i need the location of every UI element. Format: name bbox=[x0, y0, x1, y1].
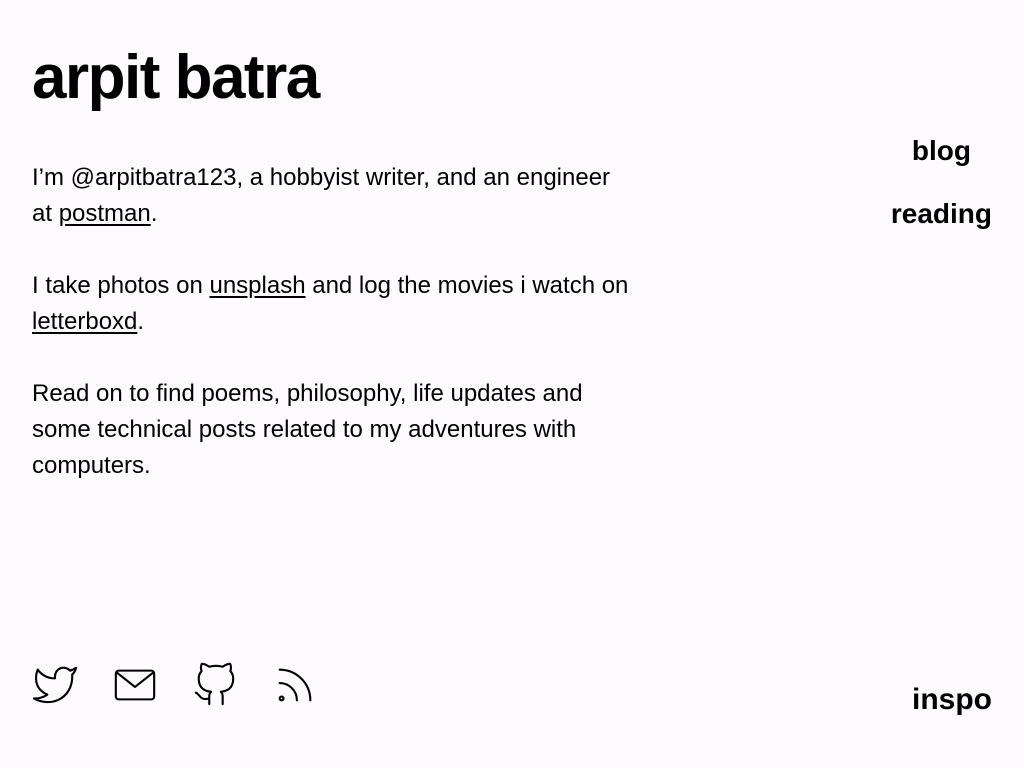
intro-text: and log the movies i watch on bbox=[305, 272, 629, 299]
mail-icon[interactable] bbox=[112, 662, 158, 708]
intro-paragraph-2: I take photos on unsplash and log the mo… bbox=[32, 268, 632, 340]
inspo-link[interactable]: inspo bbox=[912, 680, 992, 720]
letterboxd-link[interactable]: letterboxd bbox=[32, 308, 137, 335]
page-title: arpit batra bbox=[32, 43, 320, 112]
rss-icon[interactable] bbox=[272, 662, 318, 708]
intro-paragraph-3: Read on to find poems, philosophy, life … bbox=[32, 380, 583, 479]
main-nav: blog reading bbox=[891, 132, 992, 258]
intro-paragraph-1: I’m @arpitbatra123, a hobbyist writer, a… bbox=[32, 160, 632, 232]
unsplash-link[interactable]: unsplash bbox=[209, 272, 305, 299]
twitter-icon[interactable] bbox=[32, 662, 78, 708]
intro-section: I’m @arpitbatra123, a hobbyist writer, a… bbox=[32, 160, 632, 520]
intro-text: . bbox=[150, 200, 158, 227]
intro-text: I take photos on bbox=[32, 272, 210, 299]
page: arpit batra I’m @arpitbatra123, a hobbyi… bbox=[0, 0, 1024, 768]
nav-blog-link[interactable]: blog bbox=[891, 132, 992, 170]
social-links bbox=[32, 662, 318, 708]
github-icon[interactable] bbox=[192, 662, 238, 708]
nav-reading-link[interactable]: reading bbox=[891, 195, 992, 233]
intro-text: . bbox=[137, 308, 145, 335]
postman-link[interactable]: postman bbox=[59, 200, 151, 227]
